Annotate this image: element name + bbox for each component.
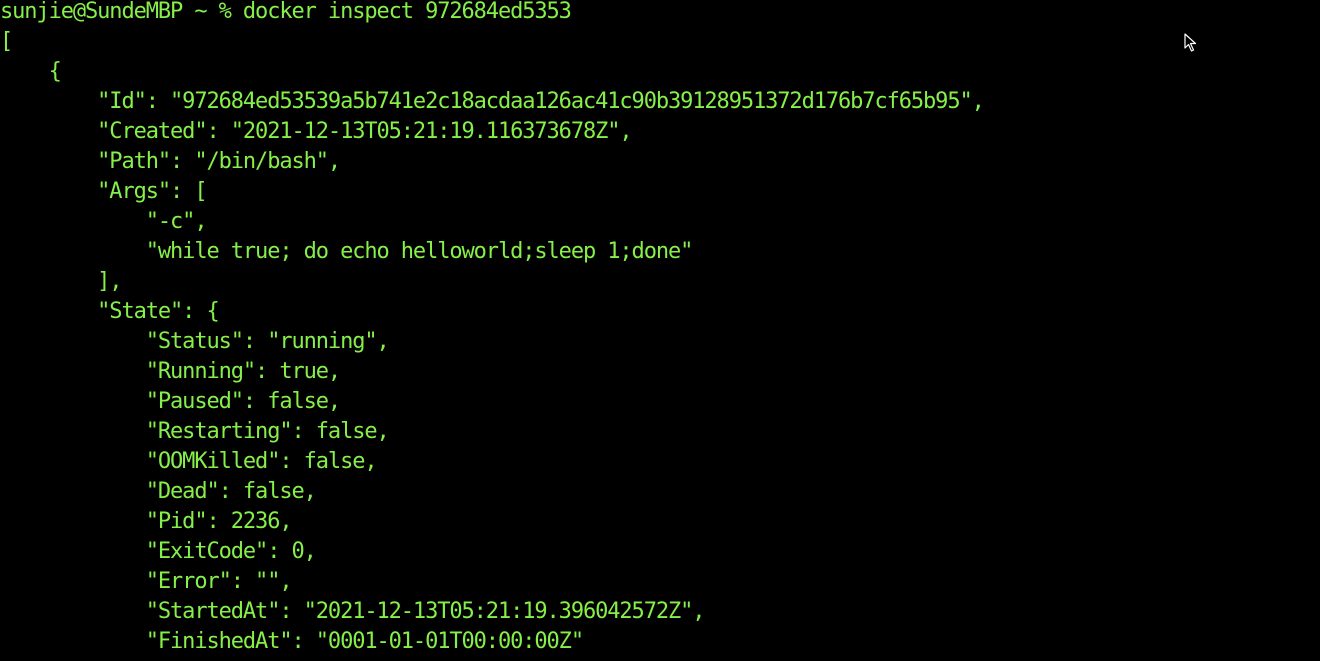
output-line: "Path": "/bin/bash", [0, 149, 341, 174]
output-line: "Pid": 2236, [0, 509, 293, 534]
output-line: "OOMKilled": false, [0, 449, 378, 474]
output-line: "Error": "", [0, 569, 293, 594]
output-line: ], [0, 269, 122, 294]
command-text: docker inspect 972684ed5353 [242, 0, 572, 24]
output-line: "State": { [0, 299, 220, 324]
output-line: }, [0, 657, 984, 661]
output-line: "Created": "2021-12-13T05:21:19.11637367… [0, 119, 632, 144]
output-line: "Paused": false, [0, 389, 341, 414]
terminal-window[interactable]: sunjie@SundeMBP ~ % docker inspect 97268… [0, 0, 1320, 661]
output-line: "FinishedAt": "0001-01-01T00:00:00Z" [0, 629, 584, 654]
shell-prompt: sunjie@SundeMBP ~ % [0, 0, 243, 24]
output-line: { [0, 59, 62, 84]
command-line: sunjie@SundeMBP ~ % docker inspect 97268… [0, 0, 984, 27]
output-line: "ExitCode": 0, [0, 539, 317, 564]
arrow-pointer-icon [1184, 33, 1197, 52]
terminal-output: sunjie@SundeMBP ~ % docker inspect 97268… [0, 0, 985, 661]
output-line: "Running": true, [0, 359, 341, 384]
output-line: "Restarting": false, [0, 419, 390, 444]
output-line: "Args": [ [0, 179, 207, 204]
output-line: "Dead": false, [0, 479, 317, 504]
output-line: [ [0, 29, 13, 54]
output-line: "-c", [0, 209, 208, 234]
output-line: "Status": "running", [0, 329, 390, 354]
output-line: "while true; do echo helloworld;sleep 1;… [0, 239, 694, 264]
output-line: "Id": "972684ed53539a5b741e2c18acdaa126a… [0, 89, 985, 114]
output-line: "StartedAt": "2021-12-13T05:21:19.396042… [0, 599, 706, 624]
